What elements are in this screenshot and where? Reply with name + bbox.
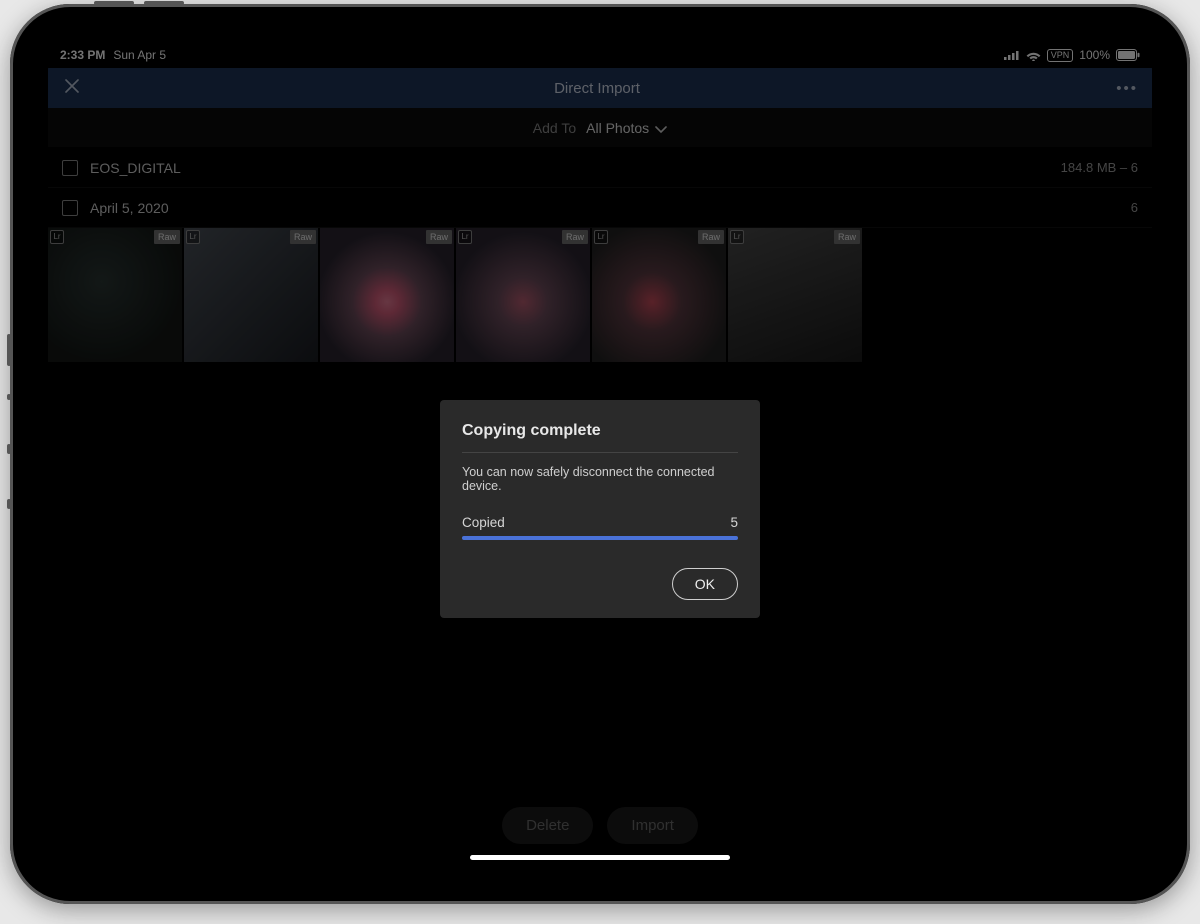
copy-complete-dialog: Copying complete You can now safely disc… xyxy=(440,400,760,618)
copied-count: 5 xyxy=(730,515,738,530)
volume-down-button xyxy=(7,444,11,454)
dialog-message: You can now safely disconnect the connec… xyxy=(462,465,738,493)
copied-label: Copied xyxy=(462,515,505,530)
progress-bar xyxy=(462,536,738,540)
screen: 2:33 PM Sun Apr 5 VPN 100% xyxy=(48,42,1152,866)
top-button-2 xyxy=(144,1,184,5)
top-button-1 xyxy=(94,1,134,5)
divider xyxy=(462,452,738,453)
ipad-device-frame: 2:33 PM Sun Apr 5 VPN 100% xyxy=(10,4,1190,904)
ok-button[interactable]: OK xyxy=(672,568,738,600)
dialog-title: Copying complete xyxy=(462,422,738,440)
side-button xyxy=(7,499,11,509)
side-indicator xyxy=(7,394,11,400)
volume-up-button xyxy=(7,334,11,366)
home-indicator[interactable] xyxy=(470,855,730,860)
progress-fill xyxy=(462,536,738,540)
